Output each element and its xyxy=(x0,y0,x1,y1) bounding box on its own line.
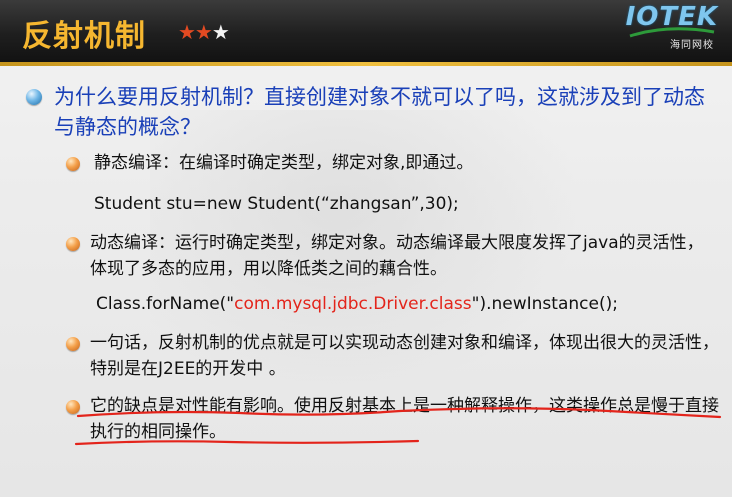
slide: 反射机制 ★★★ IOTEK 海同网校 为什么要用反射机制？直接创建对象不就可以… xyxy=(0,0,732,497)
red-underline-annotation xyxy=(74,407,722,446)
